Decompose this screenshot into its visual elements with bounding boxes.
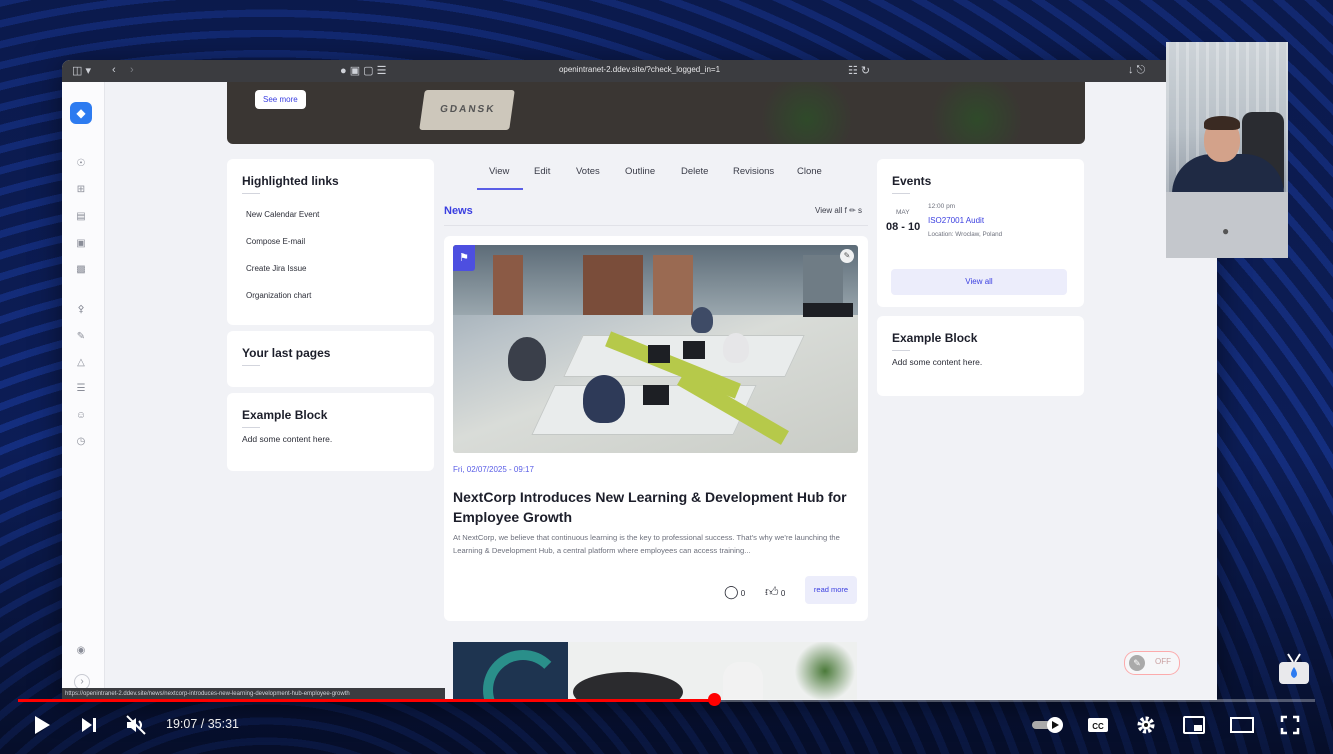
link-organization-chart[interactable]: Organization chart (246, 291, 311, 300)
theater-mode-icon (1230, 717, 1254, 733)
media-icon[interactable]: ▩ (74, 263, 88, 277)
volume-muted-icon (126, 715, 146, 735)
people-icon[interactable]: ☺ (74, 409, 88, 423)
tab-view[interactable]: View (489, 166, 509, 177)
event-time: 12:00 pm (928, 203, 956, 210)
play-button[interactable] (28, 712, 56, 738)
tab-revisions[interactable]: Revisions (733, 166, 774, 177)
link-create-jira-issue[interactable]: Create Jira Issue (246, 264, 306, 273)
progress-played (18, 699, 714, 702)
example-block-left: Example Block Add some content here. (227, 393, 434, 471)
drupal-logo-icon[interactable]: ◆ (70, 102, 92, 124)
extend-icon[interactable]: △ (74, 356, 88, 370)
channel-logo-icon[interactable] (1278, 652, 1310, 686)
event-days: 08 - 10 (886, 221, 921, 233)
news-heading: News (444, 205, 473, 217)
news-date: Fri, 02/07/2025 - 09:17 (453, 465, 534, 474)
pencil-icon: ✎ (1129, 655, 1145, 671)
event-location: Location: Wroclaw, Poland (928, 231, 1003, 238)
next-button[interactable] (76, 712, 102, 738)
see-more-button[interactable]: See more (255, 90, 306, 109)
gear-icon (1137, 716, 1155, 734)
edit-image-icon[interactable]: ✎ (840, 249, 854, 263)
browser-window: ◫ ▾ ‹ › ● ▣ ▢ ☰ openintranet-2.ddev.site… (62, 60, 1217, 700)
example-block-right: Example Block Add some content here. (877, 316, 1084, 396)
news-image-2[interactable] (453, 642, 857, 700)
comment-icon: ◯ (724, 584, 739, 599)
reports-icon[interactable]: ◷ (74, 435, 88, 449)
event-name[interactable]: ISO27001 Audit (928, 216, 984, 225)
news-image[interactable]: ⚑ ✎ (453, 245, 858, 453)
svg-text:CC: CC (1092, 722, 1104, 731)
webcam-overlay: ● (1166, 42, 1288, 258)
hero-sign: GDANSK (419, 90, 515, 130)
likes-count[interactable]: 👍︎ 0 (765, 584, 785, 600)
tab-edit[interactable]: Edit (534, 166, 550, 177)
content-icon[interactable]: ▤ (74, 210, 88, 224)
translate-icon[interactable]: ☷ ↻ (848, 64, 870, 77)
scrubber-handle[interactable] (708, 693, 721, 706)
last-pages-card: Your last pages (227, 331, 434, 387)
events-card: Events MAY 08 - 10 12:00 pm ISO27001 Aud… (877, 159, 1084, 307)
captions-button[interactable]: CC (1085, 712, 1111, 738)
event-month: MAY (896, 209, 910, 216)
example-block-content: Add some content here. (242, 434, 333, 444)
structure-icon[interactable]: ⚴ (74, 303, 88, 317)
pencil-icon: ✏ (849, 206, 856, 215)
active-tab-indicator (477, 188, 523, 190)
apple-logo-icon: ● (1222, 224, 1230, 238)
accessibility-toggle[interactable]: ✎ OFF (1124, 651, 1180, 675)
user-icon[interactable]: ◉ (74, 644, 88, 658)
tab-outline[interactable]: Outline (625, 166, 655, 177)
bookmark-icon[interactable]: ⚑ (453, 245, 475, 271)
highlighted-links-card: Highlighted links New Calendar Event Com… (227, 159, 434, 325)
comments-count[interactable]: ◯ 0 (724, 584, 745, 600)
mute-button[interactable] (122, 712, 150, 738)
tab-votes[interactable]: Votes (576, 166, 600, 177)
last-pages-title: Your last pages (242, 346, 331, 360)
autoplay-toggle[interactable] (1030, 712, 1066, 738)
captions-icon: CC (1088, 718, 1108, 732)
thumbs-up-icon: 👍︎ (765, 584, 779, 599)
next-icon (82, 718, 96, 732)
browser-titlebar: ◫ ▾ ‹ › ● ▣ ▢ ☰ openintranet-2.ddev.site… (62, 60, 1217, 82)
news-excerpt: At NextCorp, we believe that continuous … (453, 533, 840, 555)
highlighted-links-title: Highlighted links (242, 174, 339, 188)
apps-icon[interactable]: ⊞ (74, 183, 88, 197)
hero-plant (917, 82, 1037, 144)
news-title[interactable]: NextCorp Introduces New Learning & Devel… (453, 487, 863, 527)
fullscreen-button[interactable] (1276, 712, 1304, 738)
theater-button[interactable] (1227, 712, 1257, 738)
example-block-content: Add some content here. (892, 357, 983, 367)
admin-rail: ◆ ☉ ⊞ ▤ ▣ ▩ ⚴ ✎ △ ☰ ☺ ◷ ◉ › (62, 82, 105, 700)
autoplay-toggle-icon (1032, 717, 1063, 733)
hero-plant (747, 82, 867, 144)
time-display: 19:07 / 35:31 (166, 717, 239, 731)
link-new-calendar-event[interactable]: New Calendar Event (246, 210, 319, 219)
tab-clone[interactable]: Clone (797, 166, 822, 177)
link-compose-email[interactable]: Compose E-mail (246, 237, 305, 246)
fullscreen-icon (1280, 715, 1300, 735)
download-icon[interactable]: ↓ ⎋ (1128, 64, 1145, 77)
read-more-button[interactable]: read more (805, 576, 857, 604)
events-view-all-button[interactable]: View all (891, 269, 1067, 295)
miniplayer-button[interactable] (1180, 712, 1208, 738)
example-block-title: Example Block (892, 331, 978, 345)
news-card[interactable]: ⚑ ✎ Fri, 02/07/2025 - 09:17 NextCorp Int… (444, 236, 868, 621)
play-icon (35, 716, 50, 734)
files-icon[interactable]: ▣ (74, 237, 88, 251)
news-view-all-link[interactable]: View all f ✏ s (815, 206, 862, 215)
settings-button[interactable] (1133, 712, 1159, 738)
address-bar[interactable]: openintranet-2.ddev.site/?check_logged_i… (62, 65, 1217, 74)
tab-delete[interactable]: Delete (681, 166, 708, 177)
config-icon[interactable]: ☰ (74, 382, 88, 396)
events-title: Events (892, 174, 932, 188)
hero-banner: GDANSK See more (227, 82, 1085, 144)
miniplayer-icon (1183, 716, 1205, 734)
appearance-icon[interactable]: ✎ (74, 330, 88, 344)
example-block-title: Example Block (242, 408, 328, 422)
dashboard-icon[interactable]: ☉ (74, 157, 88, 171)
